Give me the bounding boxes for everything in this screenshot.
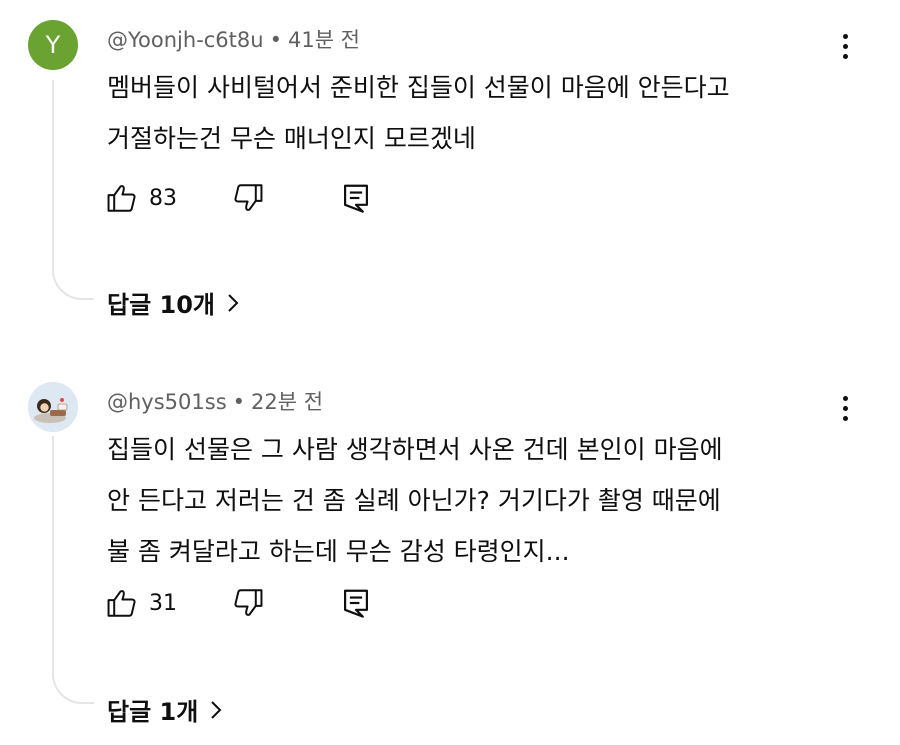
thumbs-up-icon (107, 590, 136, 617)
avatar[interactable]: Y (28, 20, 78, 70)
comment: Y @Yoonjh-c6t8u • 41분 전 멤버들이 사비털어서 준비한 집들이… (0, 0, 900, 345)
meta-separator: • (269, 28, 282, 52)
more-vertical-icon[interactable] (836, 392, 856, 426)
comment-line: 안 든다고 저러는 건 좀 실례 아닌가? 거기다가 촬영 때문에 (107, 486, 721, 515)
view-replies-button[interactable]: 답글 1개 (107, 692, 222, 727)
thumbs-up-icon (107, 185, 136, 212)
avatar[interactable] (28, 382, 78, 432)
thread-curve (52, 268, 94, 300)
comment-line: 멤버들이 사비털어서 준비한 집들이 선물이 마음에 안든다고 (107, 73, 730, 102)
comment-text: 집들이 선물은 그 사람 생각하면서 사온 건데 본인이 마음에 안 든다고 저… (107, 424, 867, 577)
view-replies-button[interactable]: 답글 10개 (107, 285, 239, 320)
reply-button[interactable] (341, 180, 371, 216)
like-count: 83 (149, 185, 177, 211)
replies-label: 답글 10개 (107, 291, 215, 319)
reply-comment-icon (344, 589, 368, 618)
chevron-right-icon (211, 700, 222, 719)
replies-label: 답글 1개 (107, 698, 199, 726)
comment-line: 집들이 선물은 그 사람 생각하면서 사온 건데 본인이 마음에 (107, 435, 723, 464)
dislike-button[interactable] (231, 180, 265, 216)
comment-meta: @hys501ss • 22분 전 (107, 386, 323, 416)
reply-comment-icon (344, 184, 368, 213)
thumbs-down-icon (234, 589, 263, 616)
thread-line (52, 436, 54, 676)
more-vertical-icon[interactable] (836, 30, 856, 64)
meta-separator: • (232, 390, 246, 414)
comment: @hys501ss • 22분 전 집들이 선물은 그 사람 생각하면서 사온 건데… (0, 362, 900, 745)
like-button[interactable]: 83 (105, 180, 177, 216)
thumbs-down-icon (234, 184, 263, 211)
timestamp: 41분 전 (287, 28, 361, 52)
comment-line: 거절하는건 무슨 매너인지 모르겠네 (107, 124, 476, 153)
comment-actions: 31 (105, 585, 405, 621)
dislike-button[interactable] (231, 585, 265, 621)
avatar-letter: Y (45, 31, 61, 59)
chevron-right-icon (228, 293, 239, 312)
like-button[interactable]: 31 (105, 585, 177, 621)
like-count: 31 (149, 590, 177, 616)
comment-text: 멤버들이 사비털어서 준비한 집들이 선물이 마음에 안든다고 거절하는건 무슨… (107, 62, 867, 164)
comment-line: 불 좀 켜달라고 하는데 무슨 감성 타령인지... (107, 537, 570, 566)
avatar-image (28, 382, 78, 432)
reply-button[interactable] (341, 585, 371, 621)
thread-line (52, 80, 54, 270)
comment-actions: 83 (105, 180, 405, 216)
thread-curve (52, 672, 94, 704)
author-name[interactable]: @hys501ss (107, 390, 227, 414)
author-name[interactable]: @Yoonjh-c6t8u (107, 28, 264, 52)
timestamp: 22분 전 (251, 390, 324, 414)
comment-meta: @Yoonjh-c6t8u • 41분 전 (107, 24, 360, 54)
